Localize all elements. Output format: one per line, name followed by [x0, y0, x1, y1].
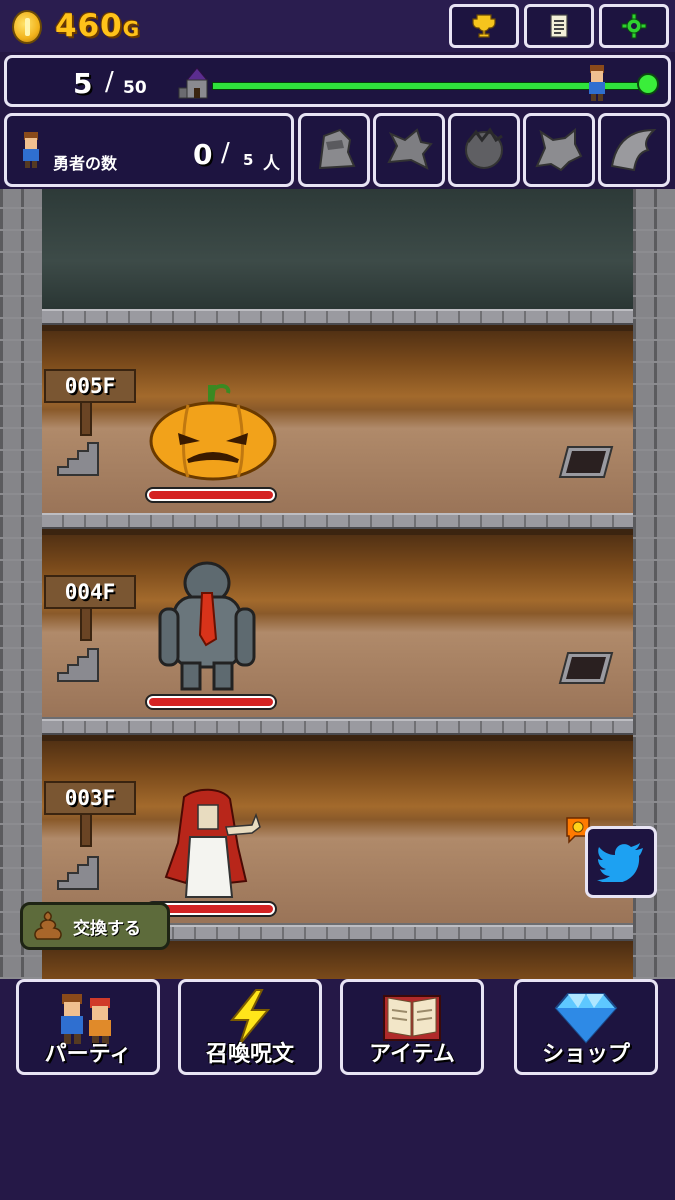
monster-slot-3[interactable] — [448, 113, 520, 187]
top-bar: 460G — [0, 0, 675, 52]
monster-slot-5[interactable] — [598, 113, 670, 187]
document-button[interactable] — [524, 4, 594, 48]
red-hair-ghost-monster[interactable] — [156, 787, 266, 899]
stairs-up-icon — [57, 856, 99, 890]
left-wall — [0, 189, 42, 979]
floor-separator: / — [105, 67, 114, 97]
progress-fill — [213, 83, 640, 89]
floor-divider — [42, 719, 633, 735]
poop-icon — [34, 911, 62, 940]
wolf-silhouette-icon — [535, 127, 583, 172]
hp-bar-floor-4 — [145, 694, 277, 710]
max-floor: 50 — [123, 78, 147, 98]
dragon-silhouette-icon — [387, 128, 433, 170]
castle-icon — [178, 67, 209, 99]
stairs-up-icon — [57, 442, 99, 476]
hero-max: 5 — [243, 151, 254, 169]
ghost-silhouette-icon — [610, 128, 657, 172]
party-button[interactable]: パーティ — [16, 979, 160, 1075]
document-icon — [550, 14, 568, 38]
hp-bar-floor-5 — [145, 487, 277, 503]
exchange-label: 交換する — [73, 918, 141, 939]
hero-unit: 人 — [263, 154, 280, 174]
gold-amount: 460G — [55, 8, 140, 44]
summon-spell-button[interactable]: 召喚呪文 — [178, 979, 322, 1075]
party-label: パーティ — [44, 1042, 132, 1067]
twitter-share-button[interactable] — [585, 826, 657, 898]
current-floor: 5 — [73, 67, 93, 100]
trophy-icon — [472, 14, 496, 38]
hero-marker-icon — [589, 65, 605, 101]
gray-zombie-monster[interactable] — [152, 559, 262, 693]
floor-sign-5: 005F — [44, 369, 136, 403]
floor-top-area — [42, 189, 633, 309]
settings-button[interactable] — [599, 4, 669, 48]
stairs-up-icon — [57, 648, 99, 682]
trapdoor-icon — [558, 446, 614, 478]
hp-bar-fill — [149, 491, 273, 499]
bottom-nav: パーティ 召喚呪文 アイテム ショップ — [0, 979, 675, 1200]
floor-sign-4: 004F — [44, 575, 136, 609]
hero-separator: / — [221, 138, 230, 168]
floor-room-3[interactable] — [42, 735, 633, 923]
gear-icon — [621, 13, 647, 39]
exchange-button[interactable]: 交換する — [20, 902, 170, 950]
trapdoor-icon — [558, 652, 614, 684]
gold-unit: G — [122, 17, 141, 41]
floor-divider — [42, 309, 633, 325]
floor-progress-panel: 5 / 50 — [4, 55, 671, 107]
hero-count-label: 勇者の数 — [53, 154, 118, 173]
progress-knob — [637, 73, 659, 95]
hero-count-panel: 勇者の数 0 / 5 人 — [4, 113, 294, 187]
floor-room-4[interactable] — [42, 529, 633, 717]
gold-value: 460 — [55, 8, 123, 44]
hero-icon — [23, 132, 39, 168]
beast-silhouette-icon — [465, 127, 503, 169]
trophy-button[interactable] — [449, 4, 519, 48]
summon-spell-label: 召喚呪文 — [205, 1042, 294, 1067]
floor-sign-3: 003F — [44, 781, 136, 815]
monster-slot-2[interactable] — [373, 113, 445, 187]
twitter-bird-icon — [597, 843, 643, 882]
gold-coin-icon — [12, 10, 42, 44]
floor-room-5[interactable] — [42, 325, 633, 513]
shop-button[interactable]: ショップ — [514, 979, 658, 1075]
tower-view: 005F 004F 003F — [0, 189, 675, 979]
floor-divider — [42, 513, 633, 529]
monster-slot-1[interactable] — [298, 113, 370, 187]
item-label: アイテム — [369, 1042, 455, 1067]
pumpkin-monster[interactable] — [148, 381, 278, 481]
hero-count: 0 — [193, 138, 213, 171]
item-button[interactable]: アイテム — [340, 979, 484, 1075]
knight-silhouette-icon — [318, 128, 356, 170]
hp-bar-fill — [149, 698, 273, 706]
shop-label: ショップ — [541, 1042, 630, 1067]
monster-slot-4[interactable] — [523, 113, 595, 187]
